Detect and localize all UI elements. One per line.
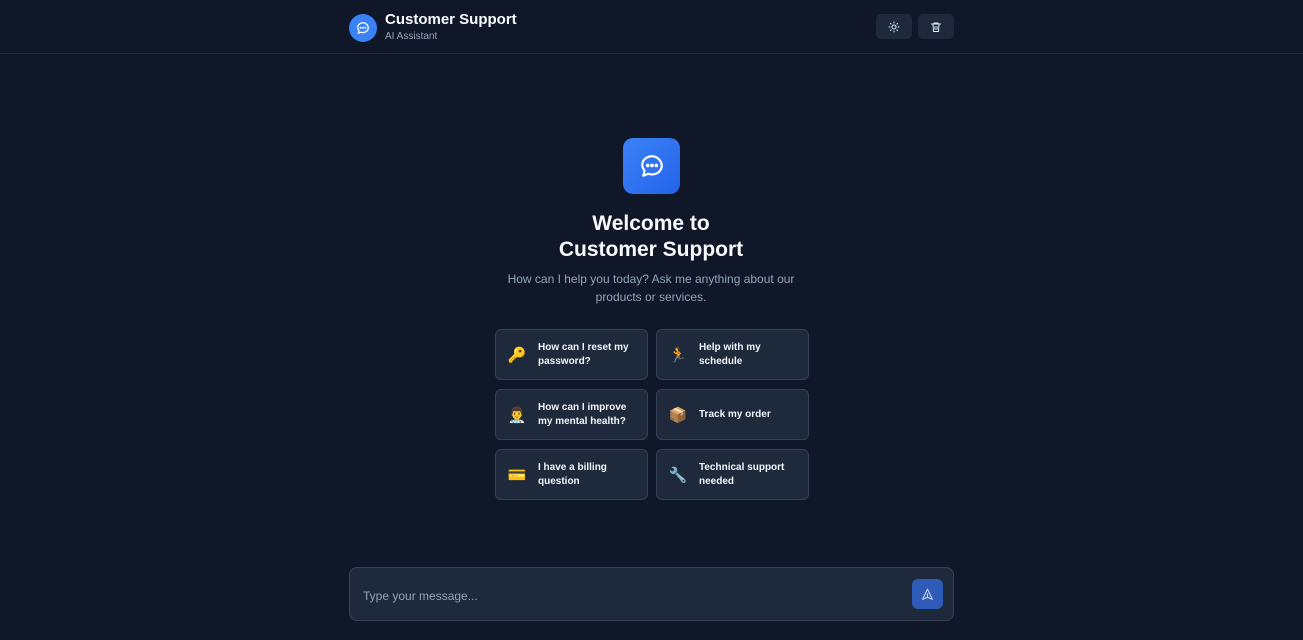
chat-bubble-icon	[349, 13, 377, 42]
suggestion-card[interactable]: 💳 I have a billing question	[495, 449, 648, 500]
credit-card-icon: 💳	[507, 466, 527, 484]
suggestion-label: I have a billing question	[538, 461, 607, 487]
suggestion-card[interactable]: 📦 Track my order	[656, 389, 809, 440]
key-icon: 🔑	[507, 346, 527, 364]
app-header: Customer Support AI Assistant	[0, 0, 1303, 54]
sun-icon	[888, 21, 900, 32]
welcome-chat-icon	[623, 138, 680, 194]
wrench-icon: 🔧	[668, 466, 688, 484]
clear-chat-button[interactable]	[918, 14, 954, 39]
theme-toggle-button[interactable]	[876, 14, 912, 39]
suggestion-label: Technical support needed	[699, 461, 785, 487]
brand: Customer Support AI Assistant	[349, 12, 517, 43]
message-composer	[349, 567, 954, 621]
suggestion-card[interactable]: 👨‍⚕️ How can I improve my mental health?	[495, 389, 648, 440]
doctor-icon: 👨‍⚕️	[507, 406, 527, 424]
suggestion-card[interactable]: 🔑 How can I reset my password?	[495, 329, 648, 380]
send-button[interactable]	[912, 579, 943, 609]
runner-icon: 🏃	[668, 346, 688, 364]
message-input[interactable]	[361, 584, 905, 608]
suggestion-card[interactable]: 🏃 Help with my schedule	[656, 329, 809, 380]
welcome-subtitle: How can I help you today? Ask me anythin…	[507, 272, 795, 304]
suggestion-label: How can I reset my password?	[538, 341, 629, 367]
welcome-title: Welcome to Customer Support	[451, 211, 851, 263]
app-subtitle: AI Assistant	[385, 31, 438, 42]
suggestion-card[interactable]: 🔧 Technical support needed	[656, 449, 809, 500]
welcome-title-line2: Customer Support	[558, 238, 744, 261]
suggestion-label: Help with my schedule	[699, 341, 761, 367]
app-title: Customer Support	[385, 11, 517, 28]
welcome-title-line1: Welcome to	[592, 212, 710, 235]
suggestion-label: Track my order	[699, 408, 771, 420]
suggestion-label: How can I improve my mental health?	[538, 401, 627, 427]
send-icon	[922, 588, 933, 600]
package-icon: 📦	[668, 406, 688, 424]
trash-icon	[931, 22, 941, 32]
